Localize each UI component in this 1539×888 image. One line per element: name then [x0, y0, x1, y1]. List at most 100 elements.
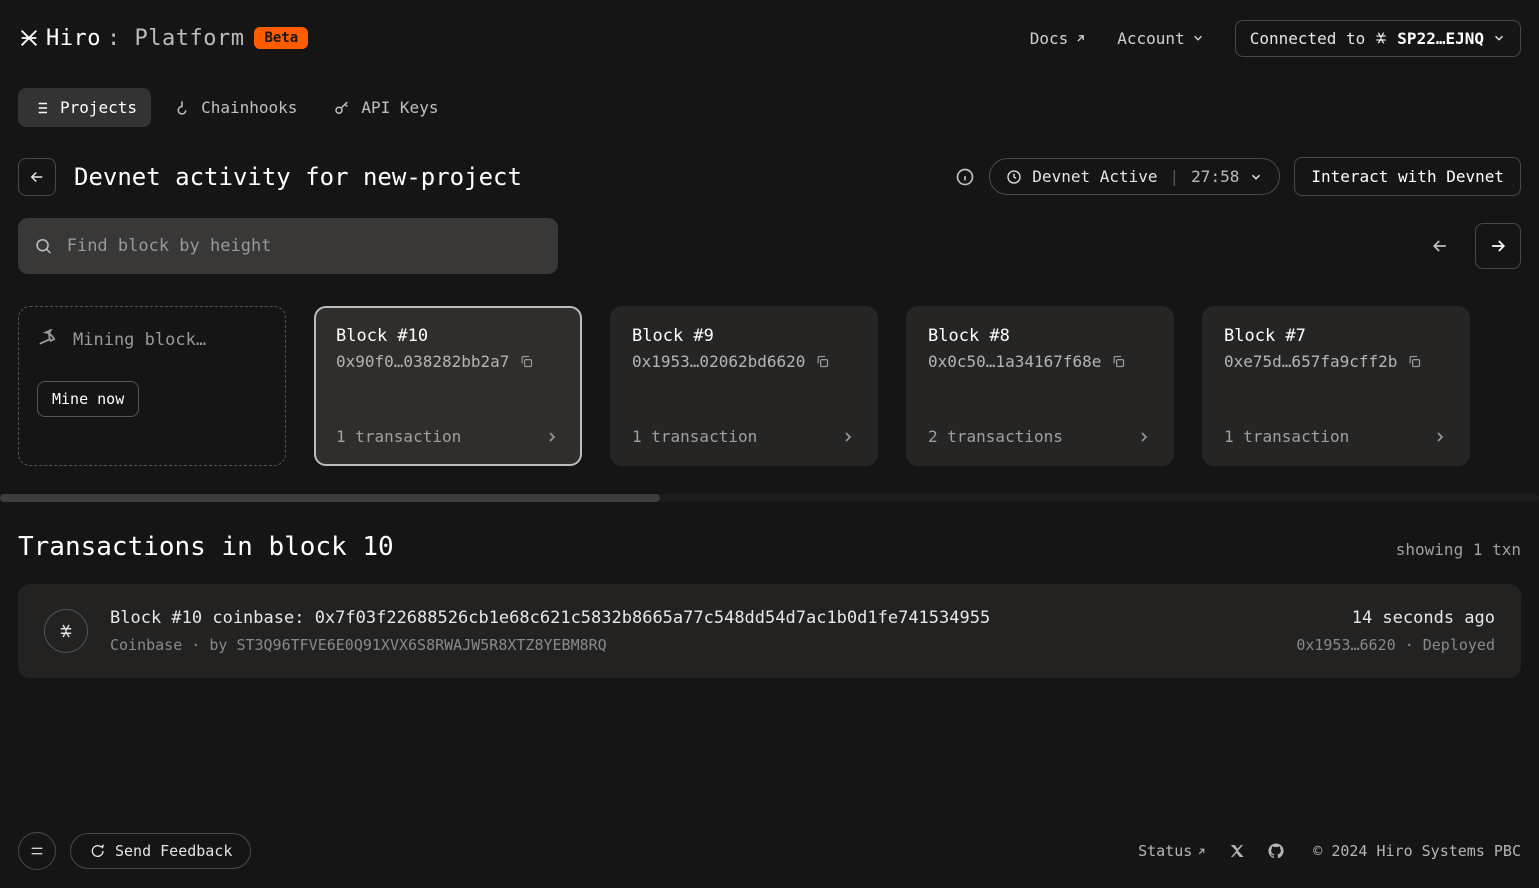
logo-sub: : Platform — [107, 26, 244, 51]
header: Hiro : Platform Beta Docs Account Connec… — [0, 0, 1539, 60]
block-label: Block #8 — [928, 326, 1152, 346]
block-tx-count: 1 transaction — [632, 427, 757, 446]
github-link[interactable] — [1267, 842, 1285, 860]
tx-type-icon — [44, 609, 88, 653]
tx-showing: showing 1 txn — [1396, 540, 1521, 559]
footer-right: Status © 2024 Hiro Systems PBC — [1138, 842, 1521, 860]
copy-icon[interactable] — [815, 354, 830, 369]
copy-icon[interactable] — [1407, 354, 1422, 369]
block-hash: 0x90f0…038282bb2a7 — [336, 352, 509, 371]
separator: · — [191, 636, 209, 654]
block-label: Block #10 — [336, 326, 560, 346]
list-icon — [32, 99, 50, 117]
footer: Send Feedback Status © 2024 Hiro Systems… — [0, 816, 1539, 888]
back-button[interactable] — [18, 158, 56, 196]
status-label: Status — [1138, 842, 1192, 860]
title-right: Devnet Active | 27:58 Interact with Devn… — [955, 157, 1521, 196]
chevron-right-icon — [1136, 429, 1152, 445]
transactions-section: Transactions in block 10 showing 1 txn B… — [0, 502, 1539, 678]
block-card[interactable]: Block #7 0xe75d…657fa9cff2b 1 transactio… — [1202, 306, 1470, 466]
footer-left: Send Feedback — [18, 832, 251, 870]
search-box[interactable] — [18, 218, 558, 274]
chevron-down-icon — [1249, 170, 1263, 184]
logo[interactable]: Hiro : Platform — [18, 26, 244, 51]
page-title-row: Devnet activity for new-project Devnet A… — [0, 139, 1539, 196]
search-icon — [34, 236, 53, 256]
account-menu[interactable]: Account — [1117, 29, 1204, 48]
header-right: Docs Account Connected to SP22…EJNQ — [1030, 20, 1521, 57]
tab-api-keys[interactable]: API Keys — [319, 88, 452, 127]
send-feedback-button[interactable]: Send Feedback — [70, 833, 251, 869]
clock-icon — [1006, 169, 1022, 185]
block-nav-arrows — [1417, 223, 1521, 269]
scroll-indicator[interactable] — [0, 494, 1539, 502]
scroll-thumb[interactable] — [0, 494, 660, 502]
logo-main: Hiro — [46, 26, 101, 51]
arrow-right-icon — [1488, 236, 1508, 256]
separator: · — [1405, 636, 1423, 654]
feedback-label: Send Feedback — [115, 842, 232, 860]
devnet-timer: 27:58 — [1191, 167, 1239, 186]
tab-projects-label: Projects — [60, 98, 137, 117]
tx-body: Block #10 coinbase: 0x7f03f22688526cb1e6… — [110, 608, 1274, 654]
menu-button[interactable] — [18, 832, 56, 870]
mining-label: Mining block… — [73, 330, 206, 350]
page-title: Devnet activity for new-project — [74, 163, 522, 191]
docs-label: Docs — [1030, 29, 1069, 48]
tab-chainhooks-label: Chainhooks — [201, 98, 297, 117]
copy-icon[interactable] — [1111, 354, 1126, 369]
interact-with-devnet-button[interactable]: Interact with Devnet — [1294, 157, 1521, 196]
block-card[interactable]: Block #8 0x0c50…1a34167f68e 2 transactio… — [906, 306, 1174, 466]
search-input[interactable] — [67, 236, 542, 256]
info-icon[interactable] — [955, 167, 975, 187]
mine-now-button[interactable]: Mine now — [37, 381, 139, 417]
blocks-row: Mining block… Mine now Block #10 0x90f0…… — [0, 274, 1539, 466]
wallet-address: SP22…EJNQ — [1397, 29, 1484, 48]
chevron-right-icon — [544, 429, 560, 445]
tab-chainhooks[interactable]: Chainhooks — [159, 88, 311, 127]
tx-meta: 0x1953…6620 · Deployed — [1296, 636, 1495, 654]
block-hash: 0x1953…02062bd6620 — [632, 352, 805, 371]
pickaxe-icon — [37, 329, 59, 351]
connected-prefix: Connected to — [1250, 29, 1366, 48]
search-row — [0, 196, 1539, 274]
tx-row[interactable]: Block #10 coinbase: 0x7f03f22688526cb1e6… — [18, 584, 1521, 678]
block-card[interactable]: Block #10 0x90f0…038282bb2a7 1 transacti… — [314, 306, 582, 466]
beta-badge: Beta — [254, 27, 308, 49]
block-label: Block #9 — [632, 326, 856, 346]
chat-icon — [89, 843, 105, 859]
external-link-icon — [1196, 846, 1207, 857]
key-icon — [333, 99, 351, 117]
logo-group: Hiro : Platform Beta — [18, 26, 308, 51]
separator: | — [1170, 167, 1180, 186]
tx-type: Coinbase — [110, 636, 182, 654]
block-label: Block #7 — [1224, 326, 1448, 346]
tab-projects[interactable]: Projects — [18, 88, 151, 127]
tx-sub: Coinbase · by ST3Q96TFVE6E0Q91XVX6S8RWAJ… — [110, 636, 1274, 654]
github-icon — [1267, 842, 1285, 860]
tx-hash-short: 0x1953…6620 — [1296, 636, 1395, 654]
tx-right: 14 seconds ago 0x1953…6620 · Deployed — [1296, 608, 1495, 654]
docs-link[interactable]: Docs — [1030, 29, 1088, 48]
arrow-left-icon — [28, 168, 46, 186]
tx-title-text: Block #10 coinbase: 0x7f03f22688526cb1e6… — [110, 608, 1274, 628]
status-link[interactable]: Status — [1138, 842, 1207, 860]
block-card[interactable]: Block #9 0x1953…02062bd6620 1 transactio… — [610, 306, 878, 466]
block-tx-count: 2 transactions — [928, 427, 1063, 446]
stacks-icon — [57, 622, 75, 640]
copy-icon[interactable] — [519, 354, 534, 369]
x-link[interactable] — [1229, 843, 1245, 859]
tx-header: Transactions in block 10 showing 1 txn — [18, 532, 1521, 562]
prev-block-button[interactable] — [1417, 223, 1463, 269]
copyright: © 2024 Hiro Systems PBC — [1313, 842, 1521, 860]
chevron-down-icon — [1492, 31, 1506, 45]
next-block-button[interactable] — [1475, 223, 1521, 269]
tx-status: Deployed — [1423, 636, 1495, 654]
title-left: Devnet activity for new-project — [18, 158, 522, 196]
wallet-connect-button[interactable]: Connected to SP22…EJNQ — [1235, 20, 1521, 57]
tx-by: ST3Q96TFVE6E0Q91XVX6S8RWAJW5R8XTZ8YEBM8R… — [236, 636, 606, 654]
chevron-right-icon — [1432, 429, 1448, 445]
mining-card: Mining block… Mine now — [18, 306, 286, 466]
devnet-status-dropdown[interactable]: Devnet Active | 27:58 — [989, 158, 1280, 195]
block-tx-count: 1 transaction — [1224, 427, 1349, 446]
